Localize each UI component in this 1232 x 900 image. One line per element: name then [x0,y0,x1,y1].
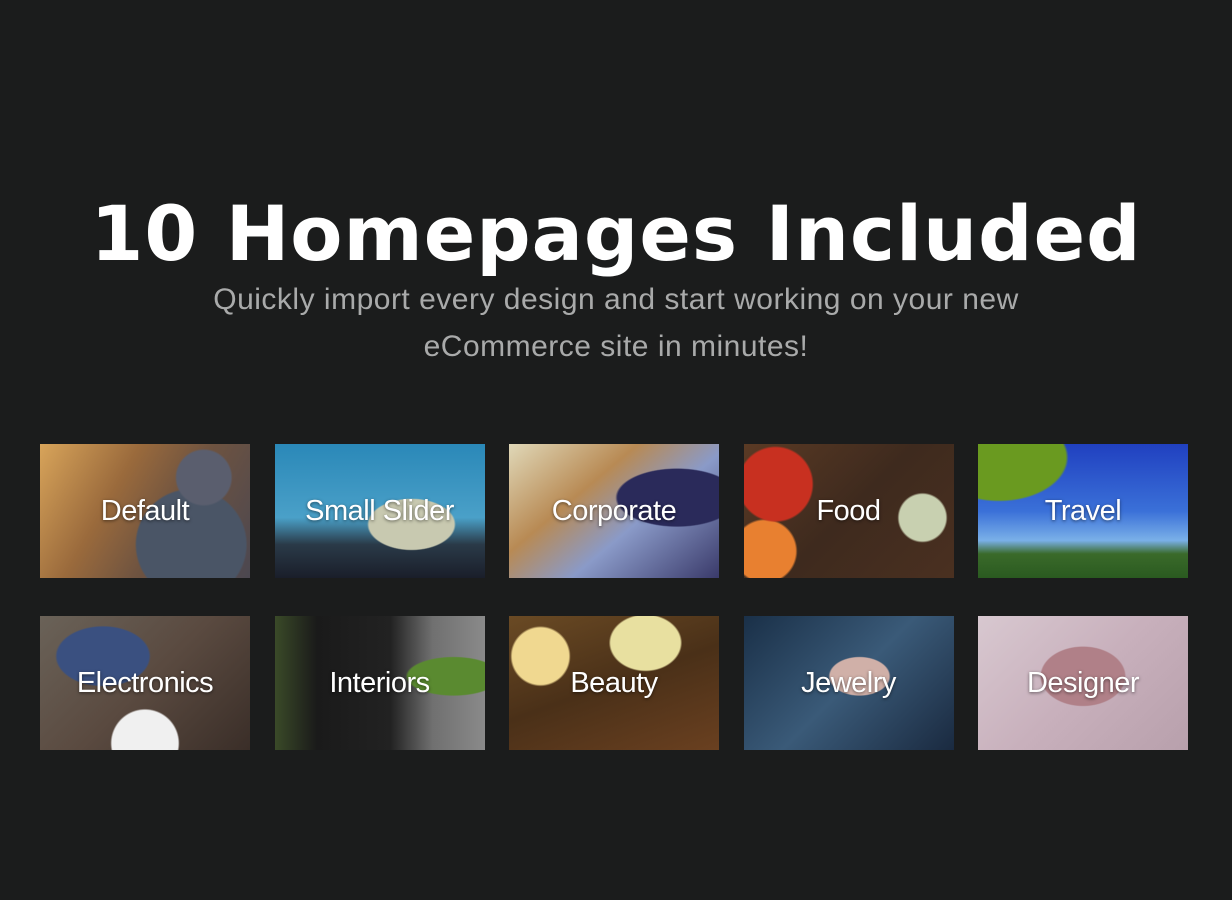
tile-label: Interiors [329,666,430,699]
tile-label: Corporate [551,494,677,527]
homepage-tile-interiors[interactable]: Interiors [274,616,485,750]
tile-label: Small Slider [305,494,454,527]
homepage-tile-designer[interactable]: Designer [978,616,1188,750]
homepage-tile-electronics[interactable]: Electronics [40,616,250,750]
homepage-tile-corporate[interactable]: Corporate [509,444,719,578]
page-subtitle: Quickly import every design and start wo… [0,276,1232,370]
tile-label: Food [816,494,881,527]
homepage-tile-default[interactable]: Default [40,444,250,578]
homepage-tile-small-slider[interactable]: Small Slider [274,444,485,578]
tile-label: Default [100,494,190,527]
tile-label: Designer [1026,666,1140,699]
homepage-tile-beauty[interactable]: Beauty [509,616,719,750]
tile-label: Electronics [76,666,214,699]
tile-label: Beauty [570,666,658,699]
tile-label: Travel [1044,494,1122,527]
subtitle-line: Quickly import every design and start wo… [213,283,1019,316]
homepage-tile-travel[interactable]: Travel [978,444,1188,578]
tile-label: Jewelry [801,666,896,699]
page-title: 10 Homepages Included [90,188,1142,278]
homepage-tile-jewelry[interactable]: Jewelry [743,616,954,750]
homepage-tile-food[interactable]: Food [743,444,954,578]
subtitle-line: eCommerce site in minutes! [423,330,809,363]
homepage-grid: Default Small Slider Corporate Food Trav… [40,444,1190,750]
